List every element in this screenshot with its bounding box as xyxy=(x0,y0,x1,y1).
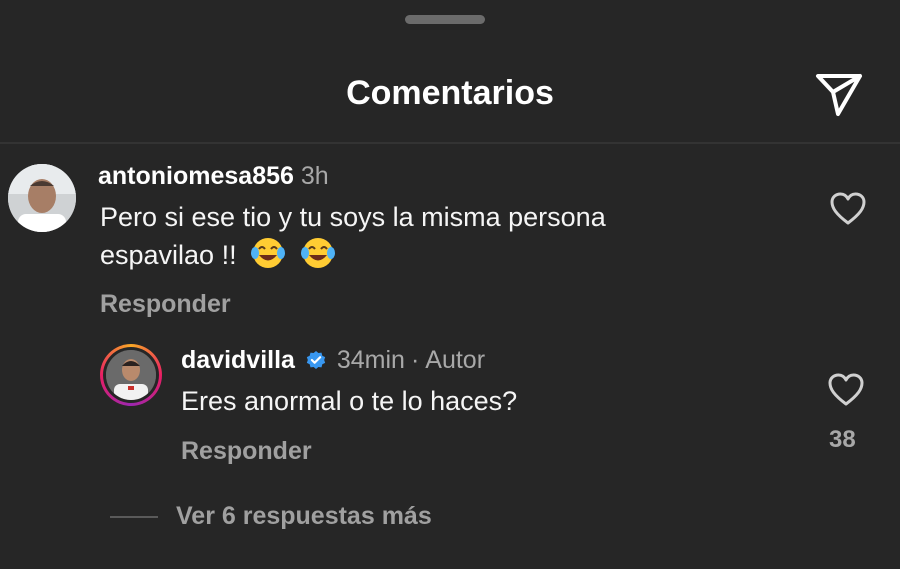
comment-text-line: espavilao !! xyxy=(100,240,237,270)
header-divider xyxy=(0,142,900,144)
reply-button[interactable]: Responder xyxy=(100,290,231,319)
comment-header: antoniomesa856 3h xyxy=(98,162,329,191)
avatar[interactable] xyxy=(8,164,76,232)
author-label: Autor xyxy=(425,346,486,374)
avatar xyxy=(106,350,156,400)
view-more-replies-button[interactable]: Ver 6 respuestas más xyxy=(176,502,432,531)
comment-text: Pero si ese tio y tu soys la misma perso… xyxy=(100,198,606,280)
heart-icon xyxy=(828,373,864,406)
username[interactable]: antoniomesa856 xyxy=(98,162,294,190)
username[interactable]: davidvilla xyxy=(181,346,295,374)
like-count: 38 xyxy=(829,426,856,453)
separator-dot: · xyxy=(410,346,420,374)
tears-of-joy-icon xyxy=(250,236,286,280)
reply-text: Eres anormal o te lo haces? xyxy=(181,386,518,416)
reply-button[interactable]: Responder xyxy=(181,437,312,466)
page-title: Comentarios xyxy=(346,74,554,112)
thread-line xyxy=(110,516,158,518)
heart-icon xyxy=(830,192,866,225)
comment-text-line: Pero si ese tio y tu soys la misma perso… xyxy=(100,202,606,232)
avatar-story-ring[interactable] xyxy=(100,344,162,406)
reply-header: davidvilla 34min · Autor xyxy=(181,346,485,375)
drag-handle[interactable] xyxy=(405,15,485,24)
tears-of-joy-icon xyxy=(300,236,336,280)
timestamp: 34min xyxy=(336,346,405,374)
like-button[interactable] xyxy=(828,373,864,407)
verified-badge-icon xyxy=(306,351,326,369)
share-button[interactable] xyxy=(812,70,866,118)
like-button[interactable] xyxy=(830,192,866,226)
paper-plane-icon xyxy=(816,74,862,116)
timestamp: 3h xyxy=(300,162,329,190)
comment-text-line-2: espavilao !! xyxy=(100,236,606,280)
